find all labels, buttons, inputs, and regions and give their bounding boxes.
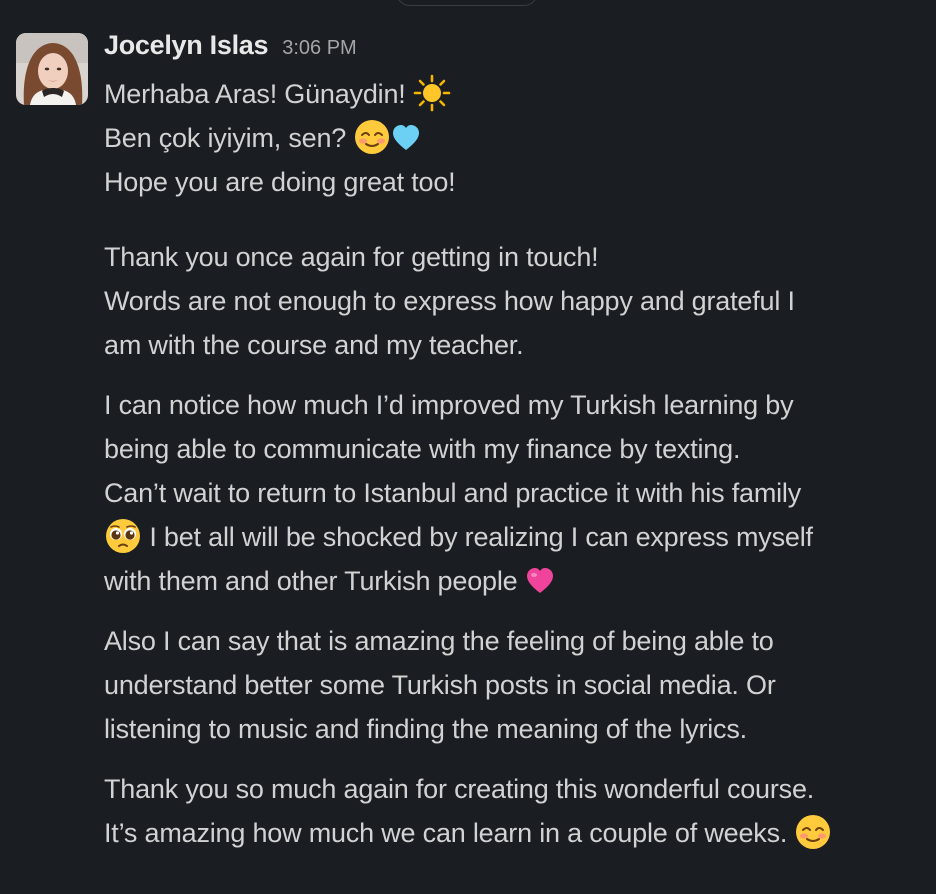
- message-line: It’s amazing how much we can learn in a …: [104, 811, 914, 855]
- message-text: am with the course and my teacher.: [104, 330, 524, 360]
- message-line: Merhaba Aras! Günaydin!: [104, 72, 914, 116]
- message-text: Can’t wait to return to Istanbul and pra…: [104, 478, 802, 508]
- message-text: I can notice how much I’d improved my Tu…: [104, 390, 794, 420]
- pleading-face-emoji-icon: [104, 517, 142, 555]
- sun-emoji-icon: [413, 74, 451, 112]
- message-text: It’s amazing how much we can learn in a …: [104, 818, 788, 848]
- message-line: understand better some Turkish posts in …: [104, 663, 914, 707]
- smiling-blush-emoji-icon: [794, 813, 832, 851]
- message-header: Jocelyn Islas 3:06 PM: [104, 30, 357, 68]
- avatar[interactable]: [16, 33, 88, 105]
- message-text: Thank you so much again for creating thi…: [104, 774, 815, 804]
- message-text: with them and other Turkish people: [104, 566, 518, 596]
- message-text: Also I can say that is amazing the feeli…: [104, 626, 774, 656]
- pink-heart-emoji-icon: [525, 566, 555, 596]
- message-line: being able to communicate with my financ…: [104, 427, 914, 471]
- message-line: with them and other Turkish people: [104, 559, 914, 603]
- message-line: Ben çok iyiyim, sen?: [104, 116, 914, 160]
- message-line: Thank you once again for getting in touc…: [104, 235, 914, 279]
- message-text: I bet all will be shocked by realizing I…: [149, 522, 813, 552]
- message-line: I bet all will be shocked by realizing I…: [104, 515, 914, 559]
- smiling-blush-emoji-icon: [353, 118, 391, 156]
- light-blue-heart-emoji-icon: [391, 123, 421, 153]
- message-line: Can’t wait to return to Istanbul and pra…: [104, 471, 914, 515]
- message-line: Also I can say that is amazing the feeli…: [104, 619, 914, 663]
- message-item: Jocelyn Islas 3:06 PM Merhaba Aras! Güna…: [0, 0, 936, 894]
- message-text: being able to communicate with my financ…: [104, 434, 741, 464]
- message-line: Hope you are doing great too!: [104, 160, 914, 204]
- timestamp[interactable]: 3:06 PM: [282, 37, 356, 60]
- message-line: listening to music and finding the meani…: [104, 707, 914, 751]
- message-text: Thank you once again for getting in touc…: [104, 242, 599, 272]
- message-text: Merhaba Aras! Günaydin!: [104, 79, 406, 109]
- message-body: Merhaba Aras! Günaydin! Ben çok iyiyim, …: [104, 72, 914, 855]
- message-text: understand better some Turkish posts in …: [104, 670, 776, 700]
- message-text: Ben çok iyiyim, sen?: [104, 123, 347, 153]
- message-line: Words are not enough to express how happ…: [104, 279, 914, 323]
- message-text: Hope you are doing great too!: [104, 167, 456, 197]
- message-text: listening to music and finding the meani…: [104, 714, 747, 744]
- message-line: am with the course and my teacher.: [104, 323, 914, 367]
- message-text: Words are not enough to express how happ…: [104, 286, 795, 316]
- sender-name[interactable]: Jocelyn Islas: [104, 30, 269, 61]
- message-line: I can notice how much I’d improved my Tu…: [104, 383, 914, 427]
- message-line: Thank you so much again for creating thi…: [104, 767, 914, 811]
